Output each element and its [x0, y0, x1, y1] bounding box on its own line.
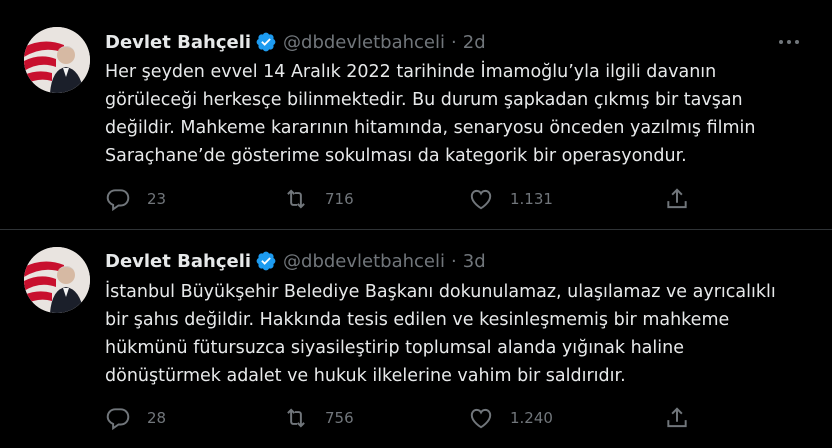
tweet-text: İstanbul Büyükşehir Belediye Başkanı dok… [105, 282, 776, 386]
avatar-image [24, 247, 90, 313]
like-icon [470, 408, 492, 429]
tweet-actions: 23 716 1.131 [105, 184, 705, 214]
reply-button[interactable]: 28 [105, 403, 166, 433]
author-handle[interactable]: @dbdevletbahceli [283, 32, 445, 53]
like-count: 1.240 [510, 409, 553, 427]
like-count: 1.131 [510, 190, 553, 208]
reply-icon [106, 189, 130, 212]
share-icon [667, 407, 687, 428]
reply-count: 28 [147, 409, 167, 427]
verified-badge-icon [256, 251, 276, 271]
tweet[interactable]: Devlet Bahçeli @dbdevletbahceli · 3d İst… [0, 230, 832, 448]
tweet-actions: 28 756 1.240 [105, 403, 705, 433]
reply-icon [106, 408, 130, 431]
author-name[interactable]: Devlet Bahçeli [105, 251, 251, 272]
author-handle[interactable]: @dbdevletbahceli [283, 251, 445, 272]
separator-dot: · [451, 31, 457, 53]
avatar[interactable] [24, 247, 90, 313]
more-icon[interactable] [776, 32, 802, 52]
tweet[interactable]: Devlet Bahçeli @dbdevletbahceli · 2d Her… [0, 0, 832, 229]
retweet-count: 716 [325, 190, 354, 208]
reply-count: 23 [147, 190, 167, 208]
retweet-count: 756 [325, 409, 354, 427]
avatar[interactable] [24, 27, 90, 93]
timestamp[interactable]: 3d [463, 251, 486, 272]
reply-button[interactable]: 23 [105, 184, 166, 214]
verified-badge-icon [256, 32, 276, 52]
tweet-text: Her şeyden evvel 14 Aralık 2022 tarihind… [105, 62, 756, 166]
timestamp[interactable]: 2d [463, 32, 486, 53]
separator-dot: · [451, 250, 457, 272]
retweet-icon [287, 189, 305, 209]
like-icon [470, 189, 492, 210]
like-button[interactable]: 1.240 [468, 403, 553, 433]
author-name[interactable]: Devlet Bahçeli [105, 32, 251, 53]
retweet-icon [287, 408, 305, 428]
retweet-button[interactable]: 756 [283, 403, 354, 433]
share-button[interactable] [664, 184, 690, 214]
share-icon [667, 188, 687, 209]
like-button[interactable]: 1.131 [468, 184, 553, 214]
avatar-image [24, 27, 90, 93]
retweet-button[interactable]: 716 [283, 184, 354, 214]
share-button[interactable] [664, 403, 690, 433]
